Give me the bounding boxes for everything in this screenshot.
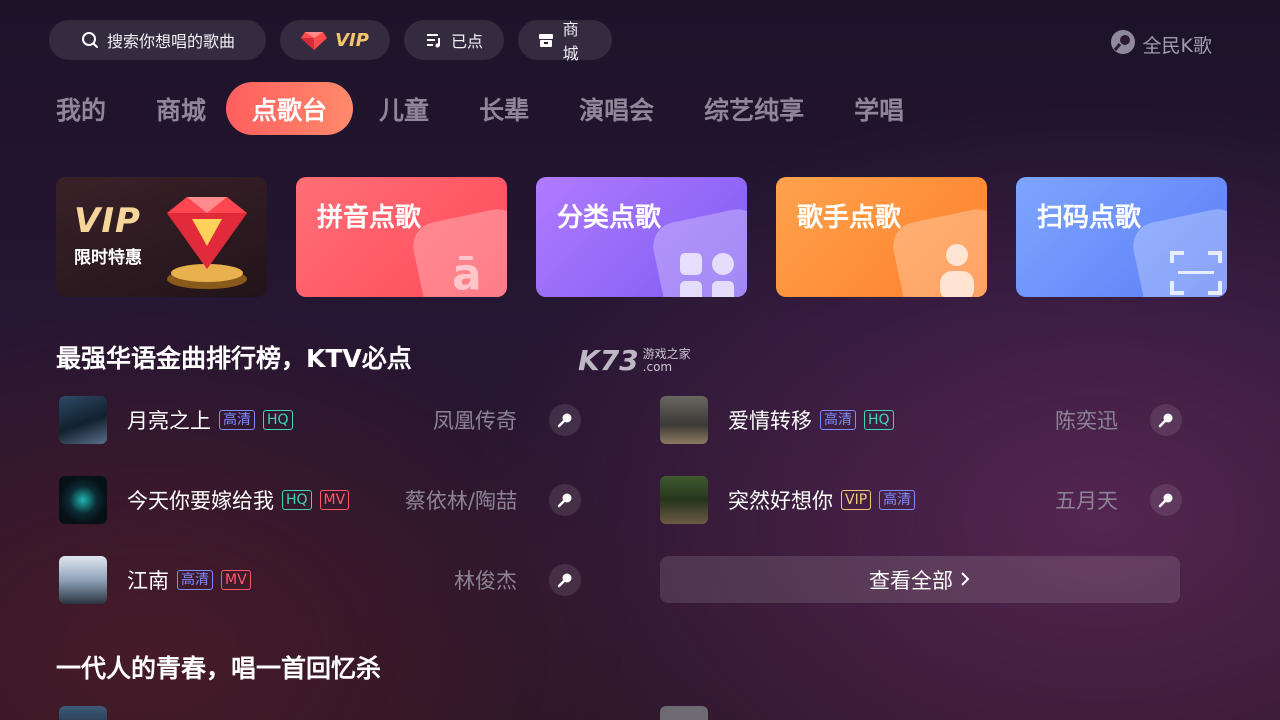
singer-name: 陈奕迅: [1055, 409, 1118, 433]
search-icon: [81, 31, 99, 49]
queued-label: 已点: [450, 32, 483, 51]
tab-mine[interactable]: 我的: [56, 91, 106, 127]
song-row[interactable]: 今天你要嫁给我 HQ MV 蔡依林/陶喆: [59, 476, 581, 524]
chevron-right-icon: [959, 568, 971, 592]
watermark-text: 游戏之家 .com: [642, 346, 691, 374]
song-row[interactable]: 月亮之上 高清 HQ 凤凰传奇: [59, 396, 581, 444]
singer-card-title: 歌手点歌: [797, 203, 902, 233]
search-button[interactable]: 搜索你想唱的歌曲: [49, 20, 266, 60]
tag-hd: 高清: [879, 490, 916, 510]
tab-song-station[interactable]: 点歌台: [226, 82, 354, 135]
store-icon: [538, 31, 555, 49]
song-row[interactable]: 爱情转移 高清 HQ 陈奕迅: [660, 396, 1182, 444]
tag-mv: MV: [319, 490, 350, 510]
album-cover: [660, 396, 708, 444]
vip-promo-card[interactable]: VIP 限时特惠: [56, 177, 267, 297]
song-title: 突然好想你: [728, 489, 833, 513]
kge-logo-icon: [1109, 28, 1137, 61]
vip-card-title: VIP: [74, 201, 141, 241]
vip-label: VIP: [335, 29, 369, 51]
search-placeholder: 搜索你想唱的歌曲: [107, 32, 236, 51]
tab-variety[interactable]: 综艺纯享: [704, 91, 804, 127]
person-icon: [940, 244, 974, 297]
album-cover: [660, 476, 708, 524]
pinyin-a-glyph: ā: [452, 249, 482, 297]
watermark-line1: 游戏之家: [642, 346, 691, 361]
watermark: K73 游戏之家 .com: [578, 344, 691, 377]
diamond-icon: [152, 191, 252, 295]
singer-search-card[interactable]: 歌手点歌: [776, 177, 987, 297]
view-all-label: 查看全部: [869, 568, 953, 593]
mic-icon[interactable]: [549, 404, 581, 436]
album-cover: [59, 396, 107, 444]
mic-icon[interactable]: [549, 484, 581, 516]
tag-vip: VIP: [841, 490, 872, 510]
tag-hd: 高清: [177, 570, 213, 590]
song-title: 江南: [127, 569, 169, 593]
song-title: 月亮之上: [127, 409, 211, 433]
category-tabs: 我的 商城 点歌台 儿童 长辈 演唱会 综艺纯享 学唱: [56, 82, 954, 135]
scan-card-title: 扫码点歌: [1037, 203, 1142, 233]
category-card-title: 分类点歌: [557, 203, 662, 233]
tag-hq: HQ: [864, 410, 894, 430]
section-title-nostalgia: 一代人的青春，唱一首回忆杀: [56, 654, 382, 683]
pinyin-card-title: 拼音点歌: [317, 203, 422, 233]
mic-icon[interactable]: [1150, 484, 1182, 516]
song-row[interactable]: 突然好想你 VIP 高清 五月天: [660, 476, 1182, 524]
diamond-icon: [301, 31, 328, 50]
scan-frame-icon: [1170, 251, 1222, 295]
tab-elders[interactable]: 长辈: [479, 91, 529, 127]
album-cover: [59, 556, 107, 604]
top-bar: 搜索你想唱的歌曲 VIP 已点 商城: [49, 20, 612, 63]
album-cover: [59, 476, 107, 524]
album-cover: [59, 706, 107, 720]
tab-learn[interactable]: 学唱: [854, 91, 904, 127]
view-all-button[interactable]: 查看全部: [660, 556, 1180, 603]
song-title: 今天你要嫁给我: [127, 489, 274, 513]
tag-hd: 高清: [219, 410, 255, 430]
song-row[interactable]: 江南 高清 MV 林俊杰: [59, 556, 581, 604]
tag-mv: MV: [221, 570, 251, 590]
grid-icon: [680, 253, 734, 297]
scan-search-card[interactable]: 扫码点歌: [1016, 177, 1227, 297]
mall-button[interactable]: 商城: [518, 20, 612, 63]
mall-label: 商城: [562, 20, 579, 63]
mic-icon[interactable]: [1150, 404, 1182, 436]
tab-mall[interactable]: 商城: [156, 91, 206, 127]
brand-logo: 全民K歌: [1109, 28, 1212, 61]
tag-hq: HQ: [282, 490, 312, 510]
singer-name: 凤凰传奇: [433, 409, 517, 433]
vip-button[interactable]: VIP: [280, 20, 390, 60]
feature-cards: VIP 限时特惠 拼音点歌 ā 分类点歌 歌手点歌 扫码点歌: [56, 177, 1227, 297]
pinyin-search-card[interactable]: 拼音点歌 ā: [296, 177, 507, 297]
watermark-line2: .com: [642, 359, 673, 374]
vip-card-subtitle: 限时特惠: [74, 248, 142, 268]
song-title: 爱情转移: [728, 409, 812, 433]
tab-concert[interactable]: 演唱会: [579, 91, 654, 127]
tag-hq: HQ: [263, 410, 293, 430]
watermark-logo: K73: [578, 344, 639, 377]
playlist-icon: [425, 31, 443, 49]
section-title-top-chart: 最强华语金曲排行榜，KTV必点: [56, 344, 412, 373]
category-search-card[interactable]: 分类点歌: [536, 177, 747, 297]
singer-name: 林俊杰: [454, 569, 517, 593]
mic-icon[interactable]: [549, 564, 581, 596]
tab-kids[interactable]: 儿童: [379, 91, 429, 127]
album-cover: [660, 706, 708, 720]
tag-hd: 高清: [820, 410, 856, 430]
singer-name: 五月天: [1055, 489, 1118, 513]
singer-name: 蔡依林/陶喆: [404, 489, 517, 513]
brand-name: 全民K歌: [1142, 35, 1212, 57]
queued-button[interactable]: 已点: [404, 20, 504, 60]
